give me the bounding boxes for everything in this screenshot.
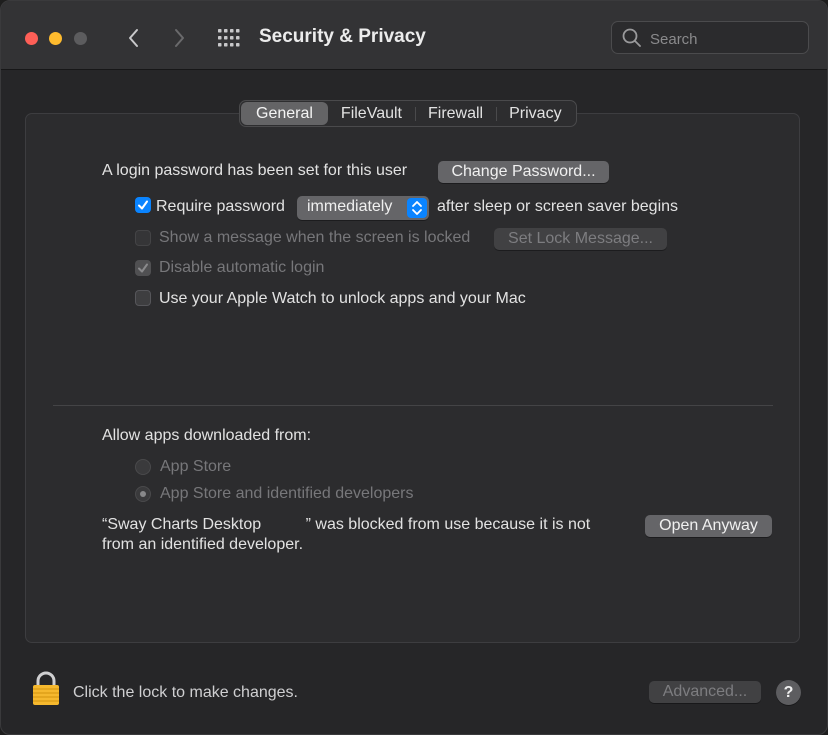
grid-icon xyxy=(218,29,240,47)
tab-general[interactable]: General xyxy=(241,102,328,125)
set-lock-message-button: Set Lock Message... xyxy=(494,228,667,250)
tab-bar: General FileVault Firewall Privacy xyxy=(239,100,577,127)
require-password-delay-value: immediately xyxy=(307,198,393,215)
window-title: Security & Privacy xyxy=(259,26,426,47)
tab-privacy[interactable]: Privacy xyxy=(496,102,574,125)
show-all-button[interactable] xyxy=(217,27,241,49)
radio-identified-developers-label: App Store and identified developers xyxy=(160,485,414,502)
tab-filevault[interactable]: FileVault xyxy=(328,102,415,125)
radio-app-store-label: App Store xyxy=(160,458,232,475)
show-message-label: Show a message when the screen is locked xyxy=(159,229,471,246)
security-privacy-window: Security & Privacy General FileVault Fir… xyxy=(0,0,828,735)
search-field[interactable] xyxy=(611,21,809,54)
disable-auto-login-checkbox xyxy=(135,260,151,276)
after-sleep-text: after sleep or screen saver begins xyxy=(437,198,679,215)
advanced-button: Advanced... xyxy=(649,681,761,703)
show-message-checkbox xyxy=(135,230,151,246)
close-button[interactable] xyxy=(25,32,38,45)
apple-watch-checkbox[interactable] xyxy=(135,290,151,306)
zoom-button[interactable] xyxy=(74,32,87,45)
search-icon xyxy=(622,28,641,47)
blocked-app-message-line1: “Sway Charts Desktop ” was blocked from … xyxy=(102,516,591,533)
blocked-app-message-line2: from an identified developer. xyxy=(102,536,304,553)
change-password-button[interactable]: Change Password... xyxy=(438,161,609,183)
updown-chevron-icon xyxy=(412,201,422,215)
minimize-button[interactable] xyxy=(49,32,62,45)
forward-button[interactable] xyxy=(167,25,191,51)
require-password-label: Require password xyxy=(156,198,285,215)
checkmark-icon xyxy=(138,200,148,210)
login-password-text: A login password has been set for this u… xyxy=(102,162,408,179)
apple-watch-label: Use your Apple Watch to unlock apps and … xyxy=(159,290,526,307)
section-divider xyxy=(53,405,773,406)
lock-icon xyxy=(33,671,59,705)
lock-message-text: Click the lock to make changes. xyxy=(73,684,298,701)
back-button[interactable] xyxy=(122,25,146,51)
checkmark-icon xyxy=(138,263,148,273)
lock-button[interactable] xyxy=(31,671,61,712)
titlebar: Security & Privacy xyxy=(1,1,827,70)
content-panel xyxy=(25,113,800,643)
help-button[interactable]: ? xyxy=(776,680,801,705)
search-input[interactable] xyxy=(648,27,802,51)
tab-firewall[interactable]: Firewall xyxy=(414,102,496,125)
radio-app-store xyxy=(135,459,151,475)
require-password-checkbox[interactable] xyxy=(135,197,151,213)
open-anyway-button[interactable]: Open Anyway xyxy=(645,515,772,537)
disable-auto-login-label: Disable automatic login xyxy=(159,259,325,276)
allow-apps-heading: Allow apps downloaded from: xyxy=(102,427,312,444)
chevron-left-icon xyxy=(129,29,138,47)
chevron-right-icon xyxy=(175,29,184,47)
require-password-delay-popup[interactable]: immediately xyxy=(297,196,429,220)
radio-identified-developers xyxy=(135,486,151,502)
